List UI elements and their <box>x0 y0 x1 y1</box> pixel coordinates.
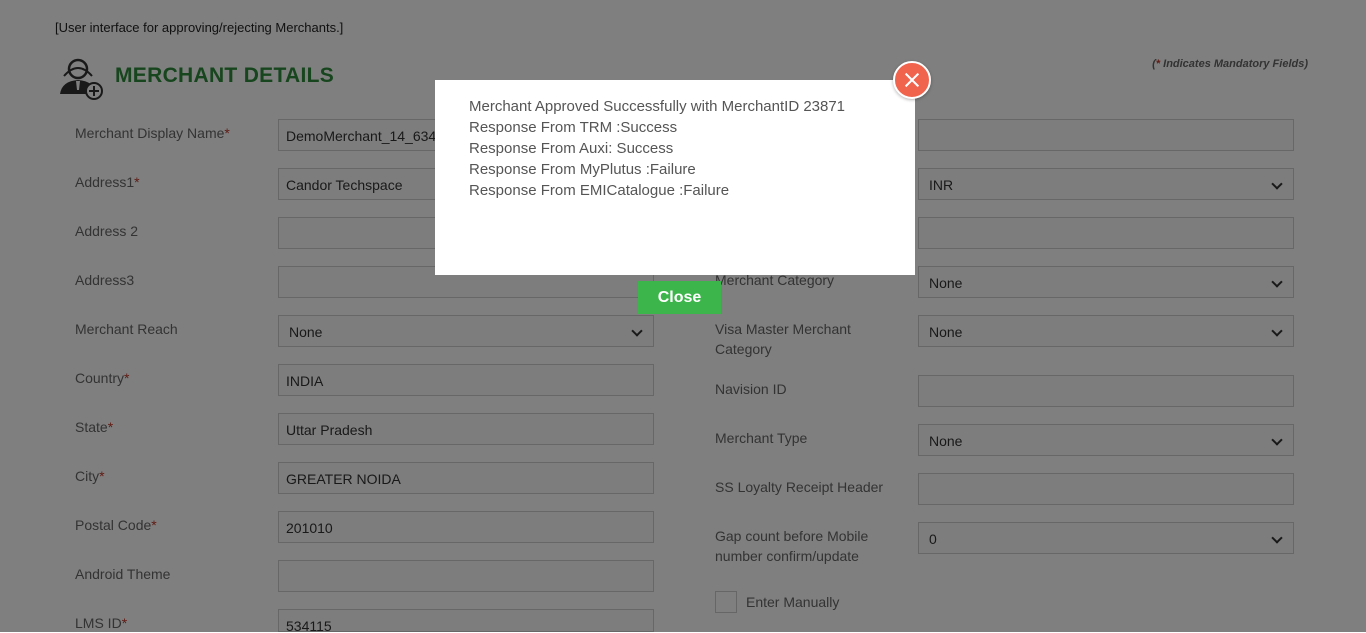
modal-message-line: Response From TRM :Success <box>469 119 678 136</box>
modal-message-line: Response From MyPlutus :Failure <box>469 161 696 178</box>
close-icon[interactable] <box>893 61 931 99</box>
modal-message-line: Merchant Approved Successfully with Merc… <box>469 98 846 115</box>
modal-message-line: Response From EMICatalogue :Failure <box>469 182 730 199</box>
close-button[interactable]: Close <box>638 281 721 314</box>
modal-message-line: Response From Auxi: Success <box>469 140 674 157</box>
approval-result-dialog: Merchant Approved Successfully with Merc… <box>435 80 915 275</box>
